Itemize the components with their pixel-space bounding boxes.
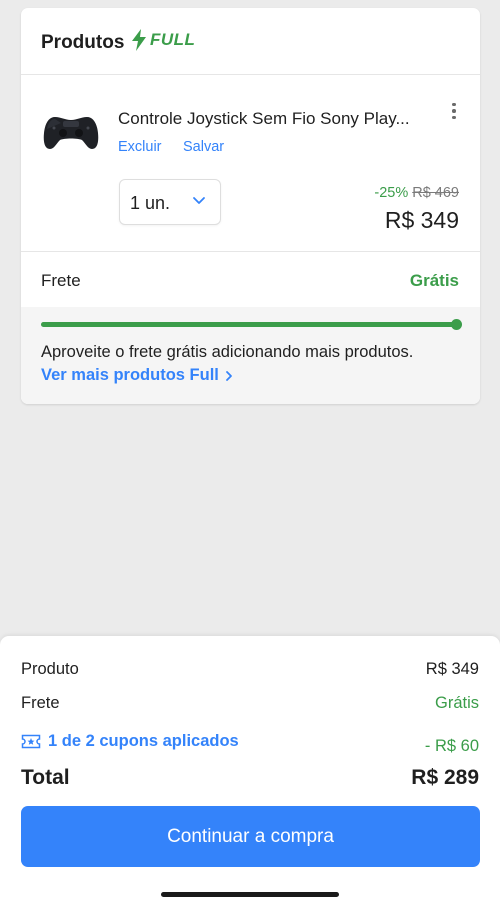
- delete-button[interactable]: Excluir: [118, 139, 162, 155]
- total-value: R$ 289: [411, 766, 479, 789]
- coupons-applied-label: 1 de 2 cupons aplicados: [48, 732, 239, 750]
- quantity-value: 1 un.: [130, 193, 171, 213]
- continue-purchase-button[interactable]: Continuar a compra: [21, 806, 480, 867]
- quantity-select[interactable]: 1 un.: [119, 179, 221, 225]
- shipping-value: Grátis: [409, 271, 459, 290]
- more-full-products-link[interactable]: Ver mais produtos Full: [41, 366, 233, 385]
- free-shipping-promo: Aproveite o frete grátis adicionando mai…: [21, 307, 480, 404]
- total-label: Total: [21, 766, 70, 789]
- progress-dot: [451, 319, 462, 330]
- discount-row: -25% R$ 469: [374, 185, 459, 201]
- chevron-down-icon: [193, 197, 205, 204]
- more-options-icon[interactable]: [448, 98, 460, 124]
- chevron-right-icon: [225, 370, 232, 381]
- full-badge-label: FULL: [150, 30, 196, 49]
- divider: [21, 251, 480, 252]
- full-badge: FULL: [131, 29, 195, 51]
- ticket-icon: [21, 734, 41, 749]
- progress-fill: [41, 322, 457, 327]
- coupons-applied-link[interactable]: 1 de 2 cupons aplicados: [21, 732, 239, 751]
- original-price: R$ 469: [412, 185, 459, 201]
- promo-text: Aproveite o frete grátis adicionando mai…: [41, 343, 414, 361]
- free-shipping-progress-bar: [41, 319, 462, 330]
- product-title[interactable]: Controle Joystick Sem Fio Sony Play...: [118, 109, 428, 129]
- order-summary-panel: Produto R$ 349 Frete Grátis 1 de 2 cupon…: [0, 636, 500, 908]
- products-card: Produtos FULL Controle Joystick Sem Fio …: [21, 8, 480, 404]
- summary-shipping-value: Grátis: [434, 694, 479, 712]
- lightning-bolt-icon: [132, 29, 146, 51]
- save-for-later-button[interactable]: Salvar: [183, 139, 224, 155]
- summary-product-label: Produto: [21, 660, 79, 678]
- promo-link-label: Ver mais produtos Full: [41, 366, 219, 384]
- gamepad-icon[interactable]: [41, 103, 101, 157]
- products-card-header: Produtos FULL: [21, 8, 480, 75]
- summary-product-value: R$ 349: [425, 660, 479, 678]
- coupon-discount-value: - R$ 60: [424, 737, 479, 755]
- shipping-label: Frete: [41, 271, 81, 290]
- current-price: R$ 349: [384, 207, 459, 233]
- home-indicator[interactable]: [161, 892, 339, 897]
- summary-shipping-label: Frete: [21, 694, 60, 712]
- discount-percent: -25%: [374, 185, 409, 201]
- products-title: Produtos: [41, 32, 125, 53]
